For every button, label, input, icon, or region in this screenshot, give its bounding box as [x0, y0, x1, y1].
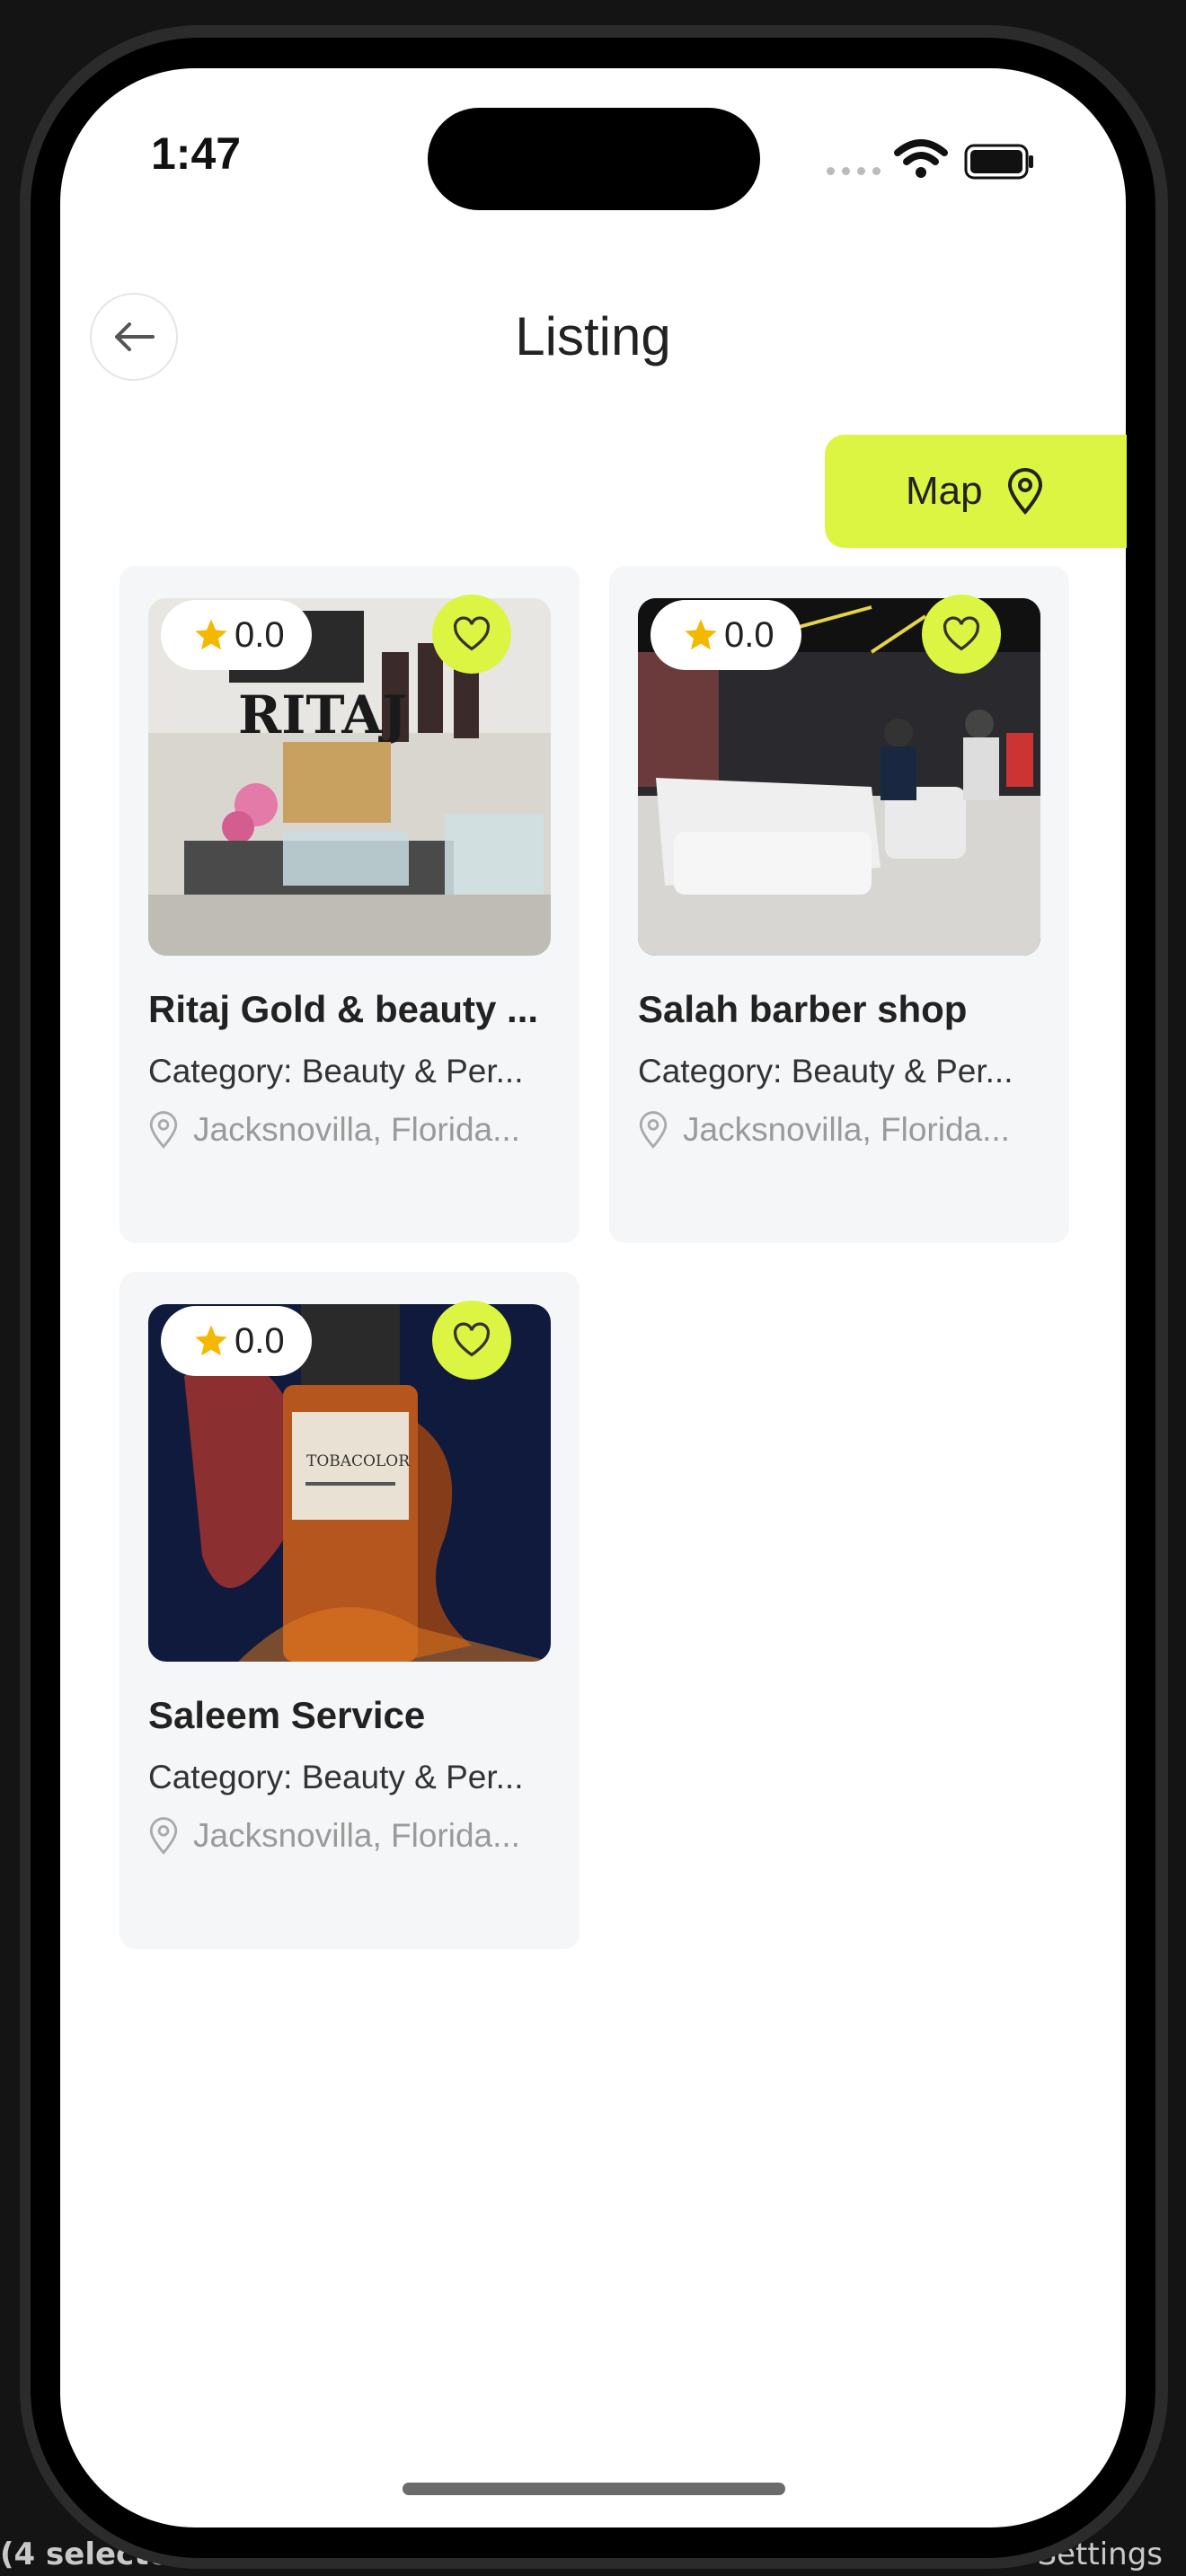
location-text: Jacksnovilla, Florida... [193, 1817, 520, 1854]
rating-value: 0.0 [235, 614, 285, 655]
listing-location: Jacksnovilla, Florida... [638, 1110, 1042, 1150]
listing-category: Category: Beauty & Per... [148, 1759, 524, 1795]
map-button[interactable]: Map [825, 435, 1127, 548]
rating-value: 0.0 [235, 1320, 285, 1361]
star-icon [685, 619, 717, 650]
status-time: 1:47 [151, 128, 242, 179]
heart-icon [453, 616, 491, 651]
location-text: Jacksnovilla, Florida... [193, 1111, 520, 1148]
location-pin-icon [149, 1111, 178, 1149]
dynamic-island [428, 108, 760, 210]
home-indicator[interactable] [403, 2483, 785, 2495]
heart-icon [943, 616, 980, 651]
desktop-sidebar-fragment [0, 359, 20, 2425]
listing-category: Category: Beauty & Per... [638, 1053, 1013, 1090]
listing-location: Jacksnovilla, Florida... [148, 1816, 553, 1856]
star-icon [195, 1325, 227, 1356]
listing-name: Saleem Service [148, 1694, 426, 1736]
listing-card[interactable]: 0.0 Salah barber shop Category: Beauty &… [609, 566, 1069, 1243]
battery-icon [964, 144, 1033, 180]
wifi-icon [894, 139, 948, 178]
location-pin-icon [639, 1111, 668, 1149]
listing-card[interactable]: TOBACOLOR 0.0 Saleem Service Category: B… [119, 1272, 580, 1949]
rating-badge: 0.0 [651, 600, 801, 670]
favorite-button[interactable] [922, 595, 1001, 674]
star-icon [195, 619, 227, 650]
listing-category: Category: Beauty & Per... [148, 1053, 524, 1090]
page-title: Listing [515, 306, 671, 366]
listing-location: Jacksnovilla, Florida... [148, 1110, 553, 1150]
listing-name: Salah barber shop [638, 988, 968, 1030]
location-pin-icon [149, 1817, 178, 1855]
listing-name: Ritaj Gold & beauty ... [148, 988, 539, 1030]
rating-badge: 0.0 [161, 1306, 312, 1376]
signal-dots-icon [827, 167, 881, 175]
location-pin-icon [1007, 468, 1042, 515]
svg-text:RITAJ: RITAJ [238, 684, 407, 745]
svg-text:TOBACOLOR: TOBACOLOR [306, 1452, 411, 1470]
listing-card[interactable]: RITAJ 0.0 Ritaj Gold & beauty ... Catego… [119, 566, 580, 1243]
map-button-label: Map [906, 469, 983, 513]
favorite-button[interactable] [432, 595, 511, 674]
rating-badge: 0.0 [161, 600, 312, 670]
rating-value: 0.0 [724, 614, 774, 655]
favorite-button[interactable] [432, 1301, 511, 1380]
heart-icon [453, 1322, 491, 1357]
location-text: Jacksnovilla, Florida... [683, 1111, 1010, 1148]
